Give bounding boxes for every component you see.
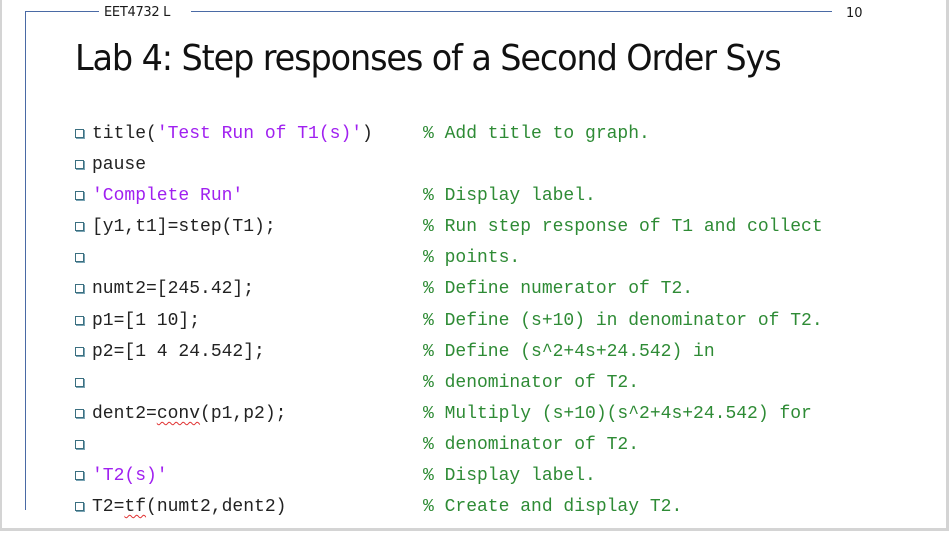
left-margin-rule: [25, 11, 26, 510]
page-number: 10: [846, 6, 863, 21]
code-comment: % denominator of T2.: [423, 434, 640, 455]
header-rule-right: [191, 11, 832, 12]
code-text: p2=[1 4 24.542];: [92, 341, 265, 362]
square-bullet-icon: [75, 222, 84, 232]
square-bullet-icon: [75, 439, 84, 449]
square-bullet-icon: [75, 253, 84, 263]
slide-title: Lab 4: Step responses of a Second Order …: [75, 38, 782, 79]
code-text: title('Test Run of T1(s)'): [92, 124, 373, 144]
spellcheck-underlined-word: tf: [124, 497, 147, 518]
square-bullet-icon: [75, 408, 84, 418]
code-text: numt2=[245.42];: [92, 279, 255, 300]
square-bullet-icon: [75, 346, 84, 356]
square-bullet-icon: [75, 191, 84, 201]
square-bullet-icon: [75, 284, 84, 294]
code-comment: % Create and display T2.: [423, 497, 683, 518]
code-comment: % denominator of T2.: [423, 372, 640, 393]
spellcheck-underlined-word: conv: [156, 403, 201, 424]
code-text: p1=[1 10];: [92, 310, 201, 331]
code-comment: % Display label.: [423, 466, 596, 487]
code-string: 'T2(s)': [92, 466, 168, 487]
code-text: pause: [92, 155, 147, 176]
square-bullet-icon: [75, 471, 84, 481]
square-bullet-icon: [75, 377, 84, 387]
code-comment: % Run step response of T1 and collect: [423, 217, 823, 238]
code-comment: % Multiply (s+10)(s^2+4s+24.542) for: [423, 403, 812, 424]
header-rule-left: [25, 11, 99, 12]
square-bullet-icon: [75, 129, 84, 138]
square-bullet-icon: [75, 315, 84, 325]
code-comment: % Define (s^2+4s+24.542) in: [423, 341, 715, 362]
code-text: T2=tf(numt2,dent2): [92, 497, 287, 518]
square-bullet-icon: [75, 502, 84, 512]
code-string: 'Complete Run': [92, 186, 244, 207]
code-text: dent2=conv(p1,p2);: [92, 403, 287, 424]
code-text: [y1,t1]=step(T1);: [92, 217, 276, 238]
code-comment: % Add title to graph.: [423, 124, 650, 144]
square-bullet-icon: [75, 160, 84, 170]
code-comment: % Define numerator of T2.: [423, 279, 694, 300]
code-comment: % Define (s+10) in denominator of T2.: [423, 310, 823, 331]
code-comment: % points.: [423, 248, 521, 269]
course-code: EET4732 L: [104, 5, 171, 20]
code-comment: % Display label.: [423, 186, 596, 207]
